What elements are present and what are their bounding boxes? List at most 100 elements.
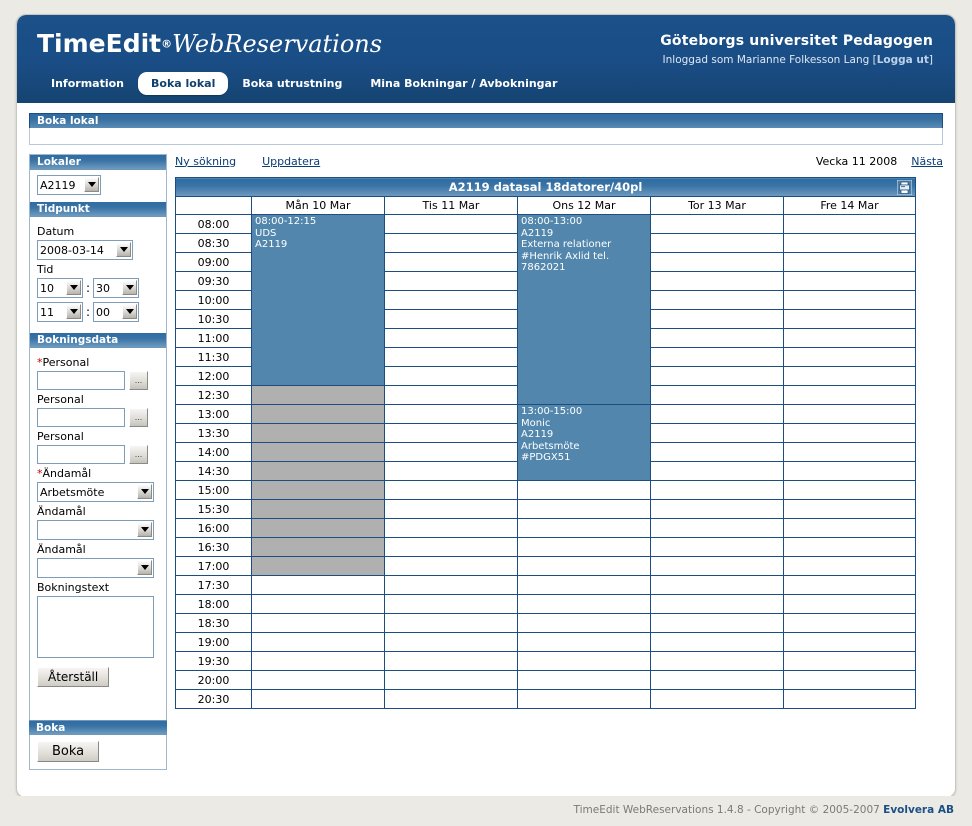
free-slot[interactable] [384, 651, 518, 671]
free-slot[interactable] [384, 689, 518, 709]
personal-3-input[interactable] [37, 445, 125, 464]
free-slot[interactable] [517, 537, 651, 557]
printer-icon[interactable] [896, 179, 913, 196]
andamal-1-select[interactable]: Arbetsmöte [37, 482, 154, 502]
free-slot[interactable] [384, 423, 518, 443]
free-slot[interactable] [783, 423, 916, 443]
free-slot[interactable] [650, 347, 784, 367]
free-slot[interactable] [384, 518, 518, 538]
free-slot[interactable] [650, 404, 784, 424]
free-slot[interactable] [517, 499, 651, 519]
free-slot[interactable] [783, 347, 916, 367]
free-slot[interactable] [783, 689, 916, 709]
personal-3-picker-button[interactable]: ... [129, 445, 148, 464]
from-minute-select-wrapper[interactable]: 30 [93, 278, 140, 298]
free-slot[interactable] [384, 613, 518, 633]
andamal-3-select-wrapper[interactable] [37, 558, 154, 578]
free-slot[interactable] [517, 518, 651, 538]
date-select-wrapper[interactable]: 2008-03-14 [37, 240, 133, 260]
free-slot[interactable] [384, 442, 518, 462]
free-slot[interactable] [650, 214, 784, 234]
free-slot[interactable] [783, 556, 916, 576]
free-slot[interactable] [783, 537, 916, 557]
free-slot[interactable] [384, 347, 518, 367]
free-slot[interactable] [650, 594, 784, 614]
free-slot[interactable] [251, 594, 385, 614]
free-slot[interactable] [783, 366, 916, 386]
booking-block[interactable]: 08:00-13:00 A2119 Externa relationer #Henri… [517, 214, 651, 405]
free-slot[interactable] [650, 556, 784, 576]
room-select-wrapper[interactable]: A2119 [37, 175, 101, 195]
free-slot[interactable] [650, 651, 784, 671]
free-slot[interactable] [650, 537, 784, 557]
free-slot[interactable] [384, 556, 518, 576]
free-slot[interactable] [384, 290, 518, 310]
free-slot[interactable] [517, 632, 651, 652]
free-slot[interactable] [384, 366, 518, 386]
free-slot[interactable] [384, 499, 518, 519]
free-slot[interactable] [650, 670, 784, 690]
free-slot[interactable] [650, 423, 784, 443]
date-select[interactable]: 2008-03-14 [37, 240, 133, 260]
free-slot[interactable] [650, 461, 784, 481]
free-slot[interactable] [783, 670, 916, 690]
free-slot[interactable] [650, 632, 784, 652]
to-minute-select[interactable]: 00 [93, 302, 140, 322]
to-minute-select-wrapper[interactable]: 00 [93, 302, 140, 322]
to-hour-select-wrapper[interactable]: 11 [37, 302, 83, 322]
free-slot[interactable] [650, 271, 784, 291]
free-slot[interactable] [517, 556, 651, 576]
free-slot[interactable] [650, 366, 784, 386]
free-slot[interactable] [783, 594, 916, 614]
nav-item-mina-bokningar[interactable]: Mina Bokningar / Avbokningar [356, 72, 571, 95]
free-slot[interactable] [251, 613, 385, 633]
free-slot[interactable] [517, 480, 651, 500]
free-slot[interactable] [783, 651, 916, 671]
free-slot[interactable] [783, 309, 916, 329]
free-slot[interactable] [384, 233, 518, 253]
logout-link[interactable]: Logga ut [877, 54, 929, 66]
free-slot[interactable] [517, 651, 651, 671]
free-slot[interactable] [384, 404, 518, 424]
update-link[interactable]: Uppdatera [262, 155, 320, 168]
free-slot[interactable] [783, 290, 916, 310]
free-slot[interactable] [251, 670, 385, 690]
free-slot[interactable] [650, 328, 784, 348]
personal-2-picker-button[interactable]: ... [129, 408, 148, 427]
next-week-link[interactable]: Nästa [911, 155, 943, 168]
free-slot[interactable] [783, 499, 916, 519]
free-slot[interactable] [384, 480, 518, 500]
free-slot[interactable] [650, 689, 784, 709]
boka-submit-button[interactable]: Boka [37, 741, 100, 762]
free-slot[interactable] [783, 480, 916, 500]
andamal-2-select-wrapper[interactable] [37, 520, 154, 540]
free-slot[interactable] [650, 385, 784, 405]
free-slot[interactable] [783, 252, 916, 272]
free-slot[interactable] [384, 385, 518, 405]
free-slot[interactable] [783, 214, 916, 234]
from-hour-select[interactable]: 10 [37, 278, 83, 298]
andamal-2-select[interactable] [37, 520, 154, 540]
free-slot[interactable] [783, 233, 916, 253]
free-slot[interactable] [384, 594, 518, 614]
bokningstext-textarea[interactable] [37, 596, 154, 658]
free-slot[interactable] [650, 290, 784, 310]
free-slot[interactable] [650, 480, 784, 500]
personal-2-input[interactable] [37, 408, 125, 427]
free-slot[interactable] [384, 670, 518, 690]
new-search-link[interactable]: Ny sökning [175, 155, 236, 168]
free-slot[interactable] [384, 271, 518, 291]
free-slot[interactable] [783, 575, 916, 595]
andamal-3-select[interactable] [37, 558, 154, 578]
nav-item-information[interactable]: Information [37, 72, 138, 95]
free-slot[interactable] [251, 632, 385, 652]
free-slot[interactable] [384, 632, 518, 652]
free-slot[interactable] [650, 575, 784, 595]
free-slot[interactable] [783, 271, 916, 291]
free-slot[interactable] [384, 214, 518, 234]
room-select[interactable]: A2119 [37, 175, 101, 195]
free-slot[interactable] [384, 328, 518, 348]
free-slot[interactable] [783, 385, 916, 405]
free-slot[interactable] [517, 594, 651, 614]
free-slot[interactable] [650, 518, 784, 538]
